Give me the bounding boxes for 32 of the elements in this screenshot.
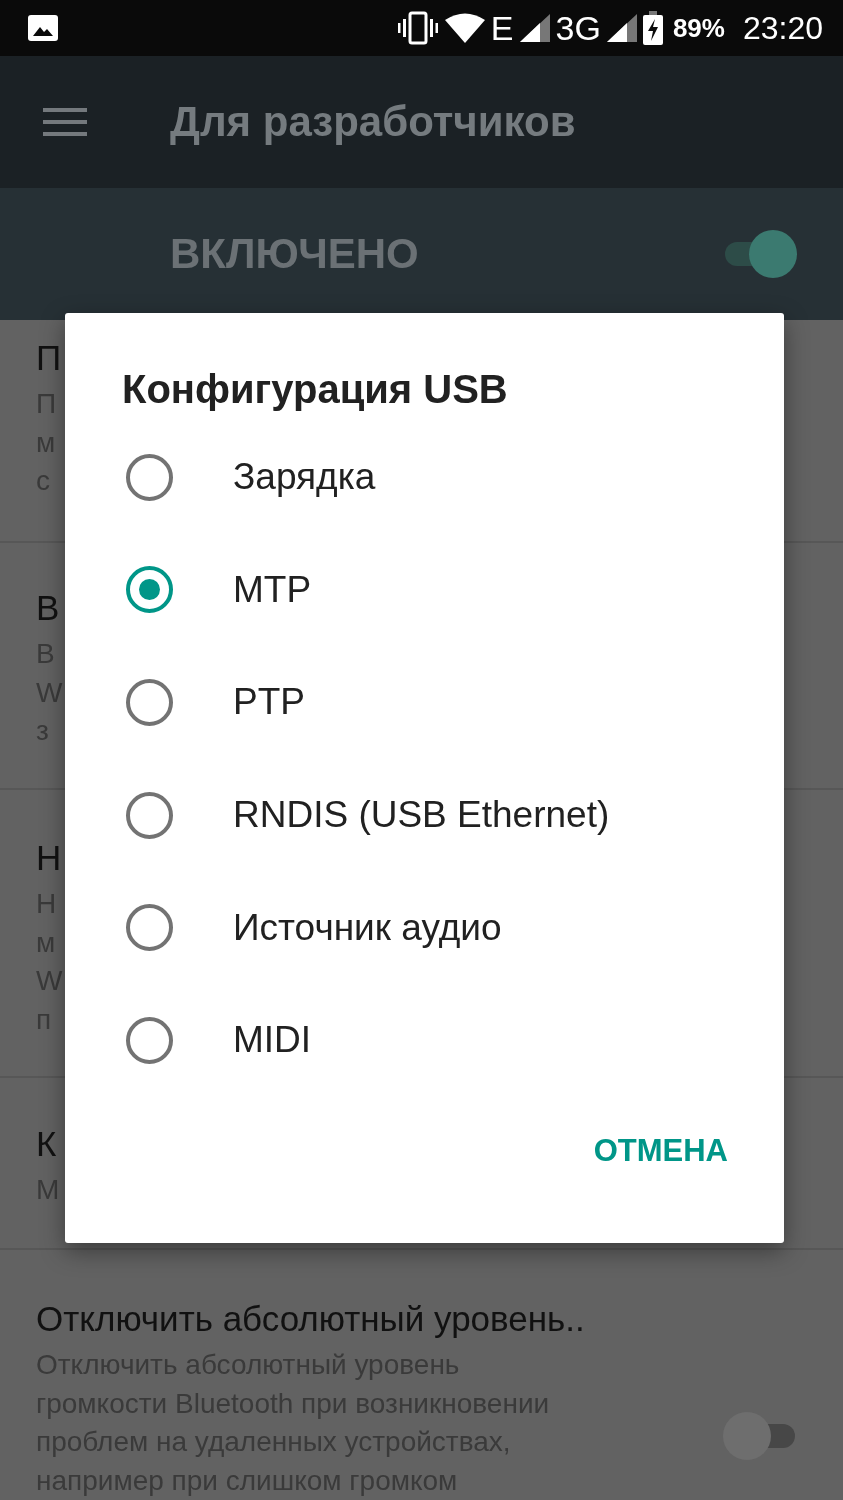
setting-title: П <box>36 337 62 379</box>
option-label[interactable]: MTP <box>233 568 312 611</box>
setting-title: Отключить абсолютный уровень.. <box>36 1298 585 1340</box>
option-label[interactable]: Зарядка <box>233 456 376 499</box>
signal-icon <box>519 14 550 42</box>
option-label[interactable]: RNDIS (USB Ethernet) <box>233 794 610 837</box>
screen-title: Для разработчиков <box>170 98 576 146</box>
radio-button[interactable] <box>126 904 173 952</box>
clock-time: 23:20 <box>742 9 823 47</box>
network-type: 3G <box>555 11 601 45</box>
menu-icon[interactable] <box>43 108 87 136</box>
vibrate-icon <box>396 11 439 45</box>
wifi-icon <box>444 13 485 43</box>
option-label[interactable]: MIDI <box>233 1019 312 1062</box>
option-label[interactable]: PTP <box>233 681 305 724</box>
image-icon <box>28 15 58 41</box>
cancel-button[interactable]: ОТМЕНА <box>593 1118 728 1183</box>
radio-button[interactable] <box>126 679 173 726</box>
battery-charging-icon <box>642 11 663 45</box>
radio-button[interactable] <box>126 791 173 839</box>
radio-button[interactable] <box>126 1016 173 1064</box>
option-label[interactable]: Источник аудио <box>233 906 502 949</box>
battery-percent: 89% <box>672 12 725 44</box>
setting-title: К <box>36 1123 57 1165</box>
radio-button[interactable] <box>126 566 173 614</box>
network-type: E <box>490 11 514 45</box>
radio-button[interactable] <box>126 453 173 501</box>
master-switch-label: ВКЛЮЧЕНО <box>170 230 419 278</box>
signal-icon <box>606 14 637 42</box>
setting-title: Н <box>36 837 62 879</box>
dialog-title: Конфигурация USB <box>122 366 508 413</box>
setting-title: В <box>36 587 60 629</box>
